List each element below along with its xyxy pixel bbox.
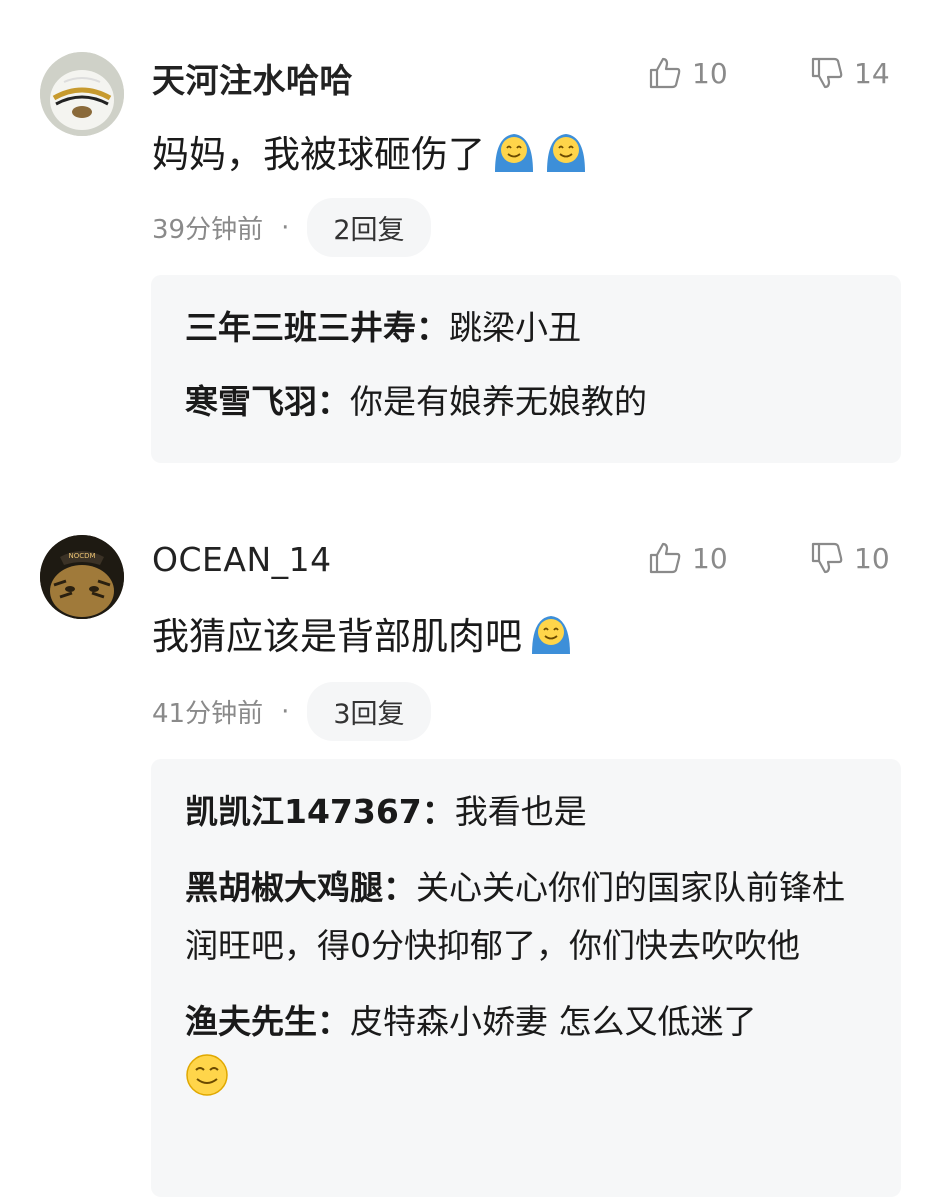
reply-username[interactable]: 凯凯江147367：	[185, 792, 455, 831]
reply-text: 我看也是	[454, 792, 587, 831]
reply-box: 凯凯江147367：我看也是 黑胡椒大鸡腿：关心关心你们的国家队前锋杜润旺吧，得…	[151, 759, 901, 1197]
svg-text:NOCDM: NOCDM	[68, 552, 95, 560]
reply-text: 跳梁小丑	[449, 308, 581, 347]
dislike-count: 10	[854, 541, 890, 575]
separator: ·	[281, 696, 290, 727]
replies-button[interactable]: 3回复	[307, 682, 431, 741]
tiger-avatar-icon: NOCDM	[40, 535, 124, 619]
dislike-button[interactable]: 14	[810, 56, 890, 90]
reply-username[interactable]: 黑胡椒大鸡腿：	[185, 868, 416, 907]
thumbs-up-icon	[649, 57, 681, 89]
reply-item[interactable]: 渔夫先生：皮特森小娇妻 怎么又低迷了	[185, 995, 867, 1103]
comment-text: 我猜应该是背部肌肉吧	[152, 615, 522, 658]
reply-item[interactable]: 黑胡椒大鸡腿：关心关心你们的国家队前锋杜润旺吧，得0分快抑郁了，你们快去吹吹他	[185, 859, 867, 975]
like-button[interactable]: 10	[648, 56, 728, 90]
comment-time: 41分钟前	[152, 699, 264, 729]
comment-text-row: 妈妈，我被球砸伤了	[152, 124, 589, 178]
ball-avatar-icon	[40, 52, 124, 136]
comment-username[interactable]: OCEAN_14	[152, 540, 332, 579]
comment-meta: 39分钟前 · 2回复	[152, 198, 431, 257]
dislike-count: 14	[854, 56, 890, 90]
avatar[interactable]: NOCDM	[40, 535, 124, 619]
avatar[interactable]	[40, 52, 124, 136]
comment-text: 妈妈，我被球砸伤了	[152, 133, 485, 176]
blanket-smile-emoji-icon	[532, 616, 570, 654]
like-button[interactable]: 10	[648, 541, 728, 575]
dislike-button[interactable]: 10	[810, 541, 890, 575]
reply-item[interactable]: 凯凯江147367：我看也是	[185, 785, 867, 839]
thumbs-down-icon	[811, 542, 843, 574]
replies-button[interactable]: 2回复	[307, 198, 431, 257]
blanket-smile-emoji-icon	[547, 134, 585, 172]
comment-time: 39分钟前	[152, 215, 264, 245]
separator: ·	[281, 212, 290, 243]
reply-username[interactable]: 寒雪飞羽：	[185, 382, 350, 421]
blanket-smile-emoji-icon	[495, 134, 533, 172]
reply-item[interactable]: 寒雪飞羽：你是有娘养无娘教的	[185, 375, 867, 429]
reply-text: 你是有娘养无娘教的	[350, 382, 647, 421]
smirk-smile-emoji-icon	[186, 1054, 228, 1096]
comment-text-row: 我猜应该是背部肌肉吧	[152, 606, 574, 660]
comment-username[interactable]: 天河注水哈哈	[152, 54, 353, 102]
comment-meta: 41分钟前 · 3回复	[152, 682, 431, 741]
reply-item[interactable]: 三年三班三井寿：跳梁小丑	[185, 301, 867, 355]
reply-emoji-row	[185, 1053, 867, 1103]
thumbs-up-icon	[649, 542, 681, 574]
reply-username[interactable]: 渔夫先生：	[185, 1002, 350, 1041]
reply-username[interactable]: 三年三班三井寿：	[185, 308, 449, 347]
reply-text: 皮特森小娇妻 怎么又低迷了	[350, 1002, 757, 1041]
thumbs-down-icon	[811, 57, 843, 89]
like-count: 10	[692, 541, 728, 575]
like-count: 10	[692, 56, 728, 90]
reply-box: 三年三班三井寿：跳梁小丑 寒雪飞羽：你是有娘养无娘教的	[151, 275, 901, 463]
